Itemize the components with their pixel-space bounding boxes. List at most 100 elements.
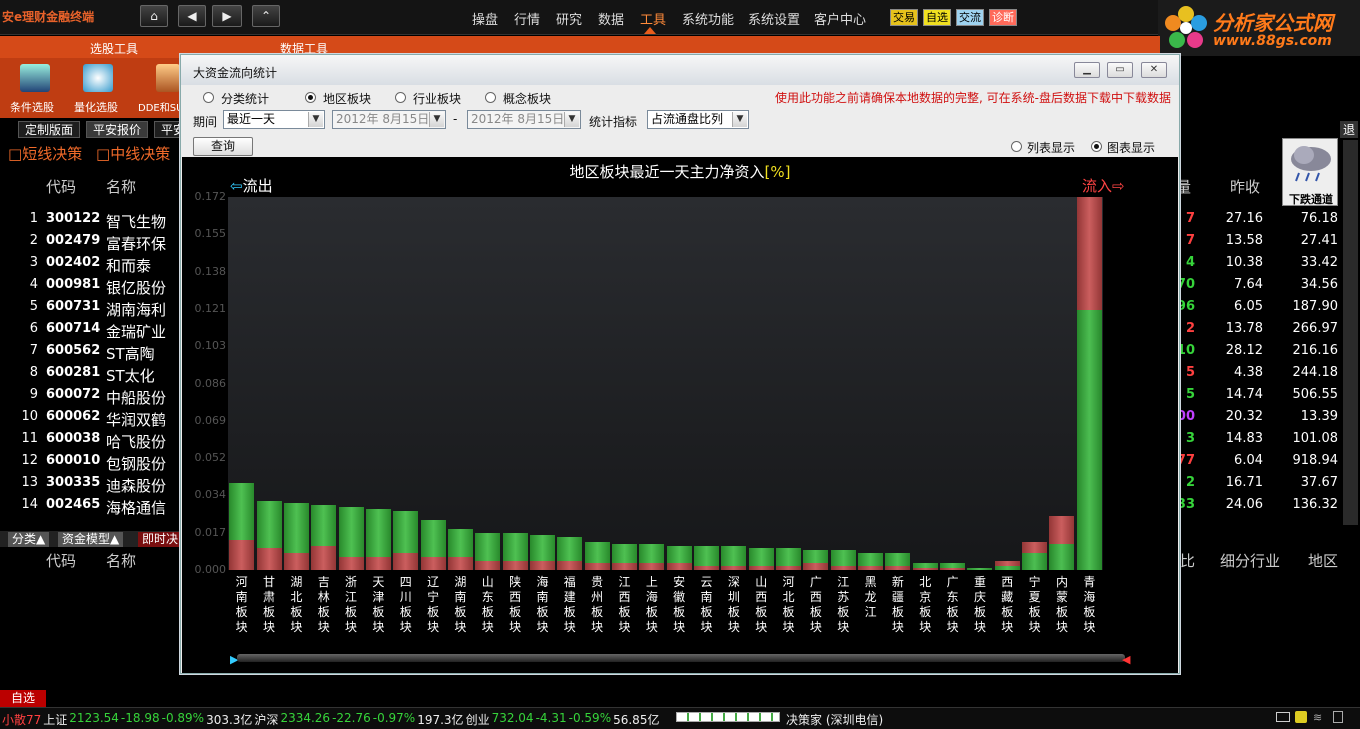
prev-close-value[interactable]: 266.97 [1268, 321, 1339, 336]
prev-close-value[interactable]: 13.39 [1268, 409, 1338, 424]
row-number[interactable]: 5 [18, 299, 38, 314]
back-icon[interactable]: 退 [1340, 121, 1358, 138]
price-value[interactable]: 13.58 [1200, 233, 1263, 248]
price-value[interactable]: 16.71 [1200, 475, 1263, 490]
watchlist-tab[interactable]: 自选 [0, 690, 46, 707]
bar-宁夏板块[interactable] [1022, 541, 1048, 570]
prev-close-value[interactable]: 244.18 [1268, 365, 1339, 380]
bar-青海板块[interactable] [1076, 197, 1102, 570]
chevron-down-icon[interactable]: ▼ [732, 112, 747, 127]
bottom-col-ratio[interactable]: 比 [1180, 550, 1195, 571]
chevron-down-icon[interactable]: ▼ [564, 112, 579, 127]
price-value[interactable]: 6.04 [1200, 453, 1263, 468]
bar-山西板块[interactable] [748, 548, 774, 570]
bottom-col-region[interactable]: 地区 [1308, 550, 1338, 571]
row-number[interactable]: 4 [18, 277, 38, 292]
stock-name[interactable]: 富春环保 [106, 233, 166, 254]
stock-name[interactable]: ST高陶 [106, 343, 155, 364]
quant-select-icon[interactable] [83, 64, 113, 92]
bar-江西板块[interactable] [611, 543, 637, 570]
stock-code[interactable]: 600072 [46, 387, 100, 402]
bar-上海板块[interactable] [639, 543, 665, 570]
condition-select-icon[interactable] [20, 64, 50, 92]
bar-重庆板块[interactable] [967, 567, 993, 570]
stock-code[interactable]: 002479 [46, 233, 100, 248]
bar-天津板块[interactable] [365, 509, 391, 570]
stock-code[interactable]: 300335 [46, 475, 100, 490]
col-code[interactable]: 代码 [46, 176, 76, 197]
forward-button[interactable]: ▶ [212, 5, 242, 27]
home-button[interactable]: ⌂ [140, 5, 168, 27]
stock-code[interactable]: 600010 [46, 453, 100, 468]
bar-河南板块[interactable] [229, 483, 255, 570]
trade-button[interactable]: 交易 [890, 9, 918, 26]
bar-四川板块[interactable] [393, 511, 419, 570]
tab-pingan-quote[interactable]: 平安报价 [86, 121, 149, 138]
prev-close-value[interactable]: 136.32 [1268, 497, 1339, 512]
row-number[interactable]: 3 [18, 255, 38, 270]
row-number[interactable]: 10 [18, 409, 38, 424]
chevron-down-icon[interactable]: ▼ [429, 112, 444, 127]
stat-select[interactable]: 占流通盘比列 ▼ [647, 110, 749, 129]
watchlist-button[interactable]: 自选 [923, 9, 951, 26]
stock-code[interactable]: 600038 [46, 431, 100, 446]
row-number[interactable]: 6 [18, 321, 38, 336]
price-value[interactable]: 6.05 [1200, 299, 1263, 314]
stock-code[interactable]: 600562 [46, 343, 100, 358]
prev-close-value[interactable]: 918.94 [1268, 453, 1339, 468]
price-value[interactable]: 14.74 [1200, 387, 1263, 402]
row-number[interactable]: 11 [18, 431, 38, 446]
stock-code[interactable]: 002465 [46, 497, 100, 512]
back-button[interactable]: ◀ [178, 5, 206, 27]
prev-close-value[interactable]: 34.56 [1268, 277, 1338, 292]
prev-close-value[interactable]: 101.08 [1268, 431, 1339, 446]
price-value[interactable]: 28.12 [1200, 343, 1263, 358]
maximize-icon[interactable]: ▭ [1107, 62, 1133, 78]
menu-customer[interactable]: 客户中心 [814, 9, 866, 28]
tab-category[interactable]: 分类▲ [8, 532, 50, 547]
bar-湖北板块[interactable] [283, 502, 309, 570]
bar-河北板块[interactable] [776, 548, 802, 570]
bar-广西板块[interactable] [803, 550, 829, 570]
prev-close-value[interactable]: 216.16 [1268, 343, 1339, 358]
row-number[interactable]: 7 [18, 343, 38, 358]
mail-icon[interactable] [1276, 712, 1290, 722]
menu-yanjiu[interactable]: 研究 [556, 9, 582, 28]
dialog-titlebar[interactable] [181, 55, 1179, 85]
price-value[interactable]: 27.16 [1200, 211, 1263, 226]
col-name[interactable]: 名称 [106, 176, 136, 197]
prev-close-value[interactable]: 27.41 [1268, 233, 1338, 248]
menu-shuju[interactable]: 数据 [598, 9, 624, 28]
bar-海南板块[interactable] [529, 535, 555, 570]
bar-安徽板块[interactable] [666, 546, 692, 570]
chart-scrollbar[interactable] [237, 654, 1125, 662]
bar-黑龙江[interactable] [858, 552, 884, 570]
row-number[interactable]: 12 [18, 453, 38, 468]
bar-浙江板块[interactable] [338, 507, 364, 570]
stock-name[interactable]: 湖南海利 [106, 299, 166, 320]
radio-region[interactable] [305, 92, 316, 103]
row-number[interactable]: 1 [18, 211, 38, 226]
price-value[interactable]: 20.32 [1200, 409, 1263, 424]
right-scrollbar[interactable] [1343, 140, 1358, 525]
bar-福建板块[interactable] [557, 537, 583, 570]
dde-icon[interactable] [156, 64, 180, 92]
bar-广东板块[interactable] [940, 563, 966, 570]
menu-hangqing[interactable]: 行情 [514, 9, 540, 28]
short-term-filter[interactable]: □短线决策 [8, 143, 82, 164]
price-value[interactable]: 4.38 [1200, 365, 1263, 380]
bar-陕西板块[interactable] [502, 533, 528, 570]
bar-内蒙板块[interactable] [1049, 515, 1075, 570]
stock-name[interactable]: 金瑞矿业 [106, 321, 166, 342]
row-number[interactable]: 9 [18, 387, 38, 402]
tab-stock-tools[interactable]: 选股工具 [90, 40, 138, 57]
lock-icon[interactable] [1333, 711, 1343, 723]
bar-新疆板块[interactable] [885, 552, 911, 570]
stock-name[interactable]: 哈飞股份 [106, 431, 166, 452]
diagnose-button[interactable]: 诊断 [989, 9, 1017, 26]
bar-北京板块[interactable] [912, 563, 938, 570]
stock-name[interactable]: 银亿股份 [106, 277, 166, 298]
stock-name[interactable]: 华润双鹤 [106, 409, 166, 430]
bar-辽宁板块[interactable] [420, 520, 446, 570]
price-value[interactable]: 14.83 [1200, 431, 1263, 446]
